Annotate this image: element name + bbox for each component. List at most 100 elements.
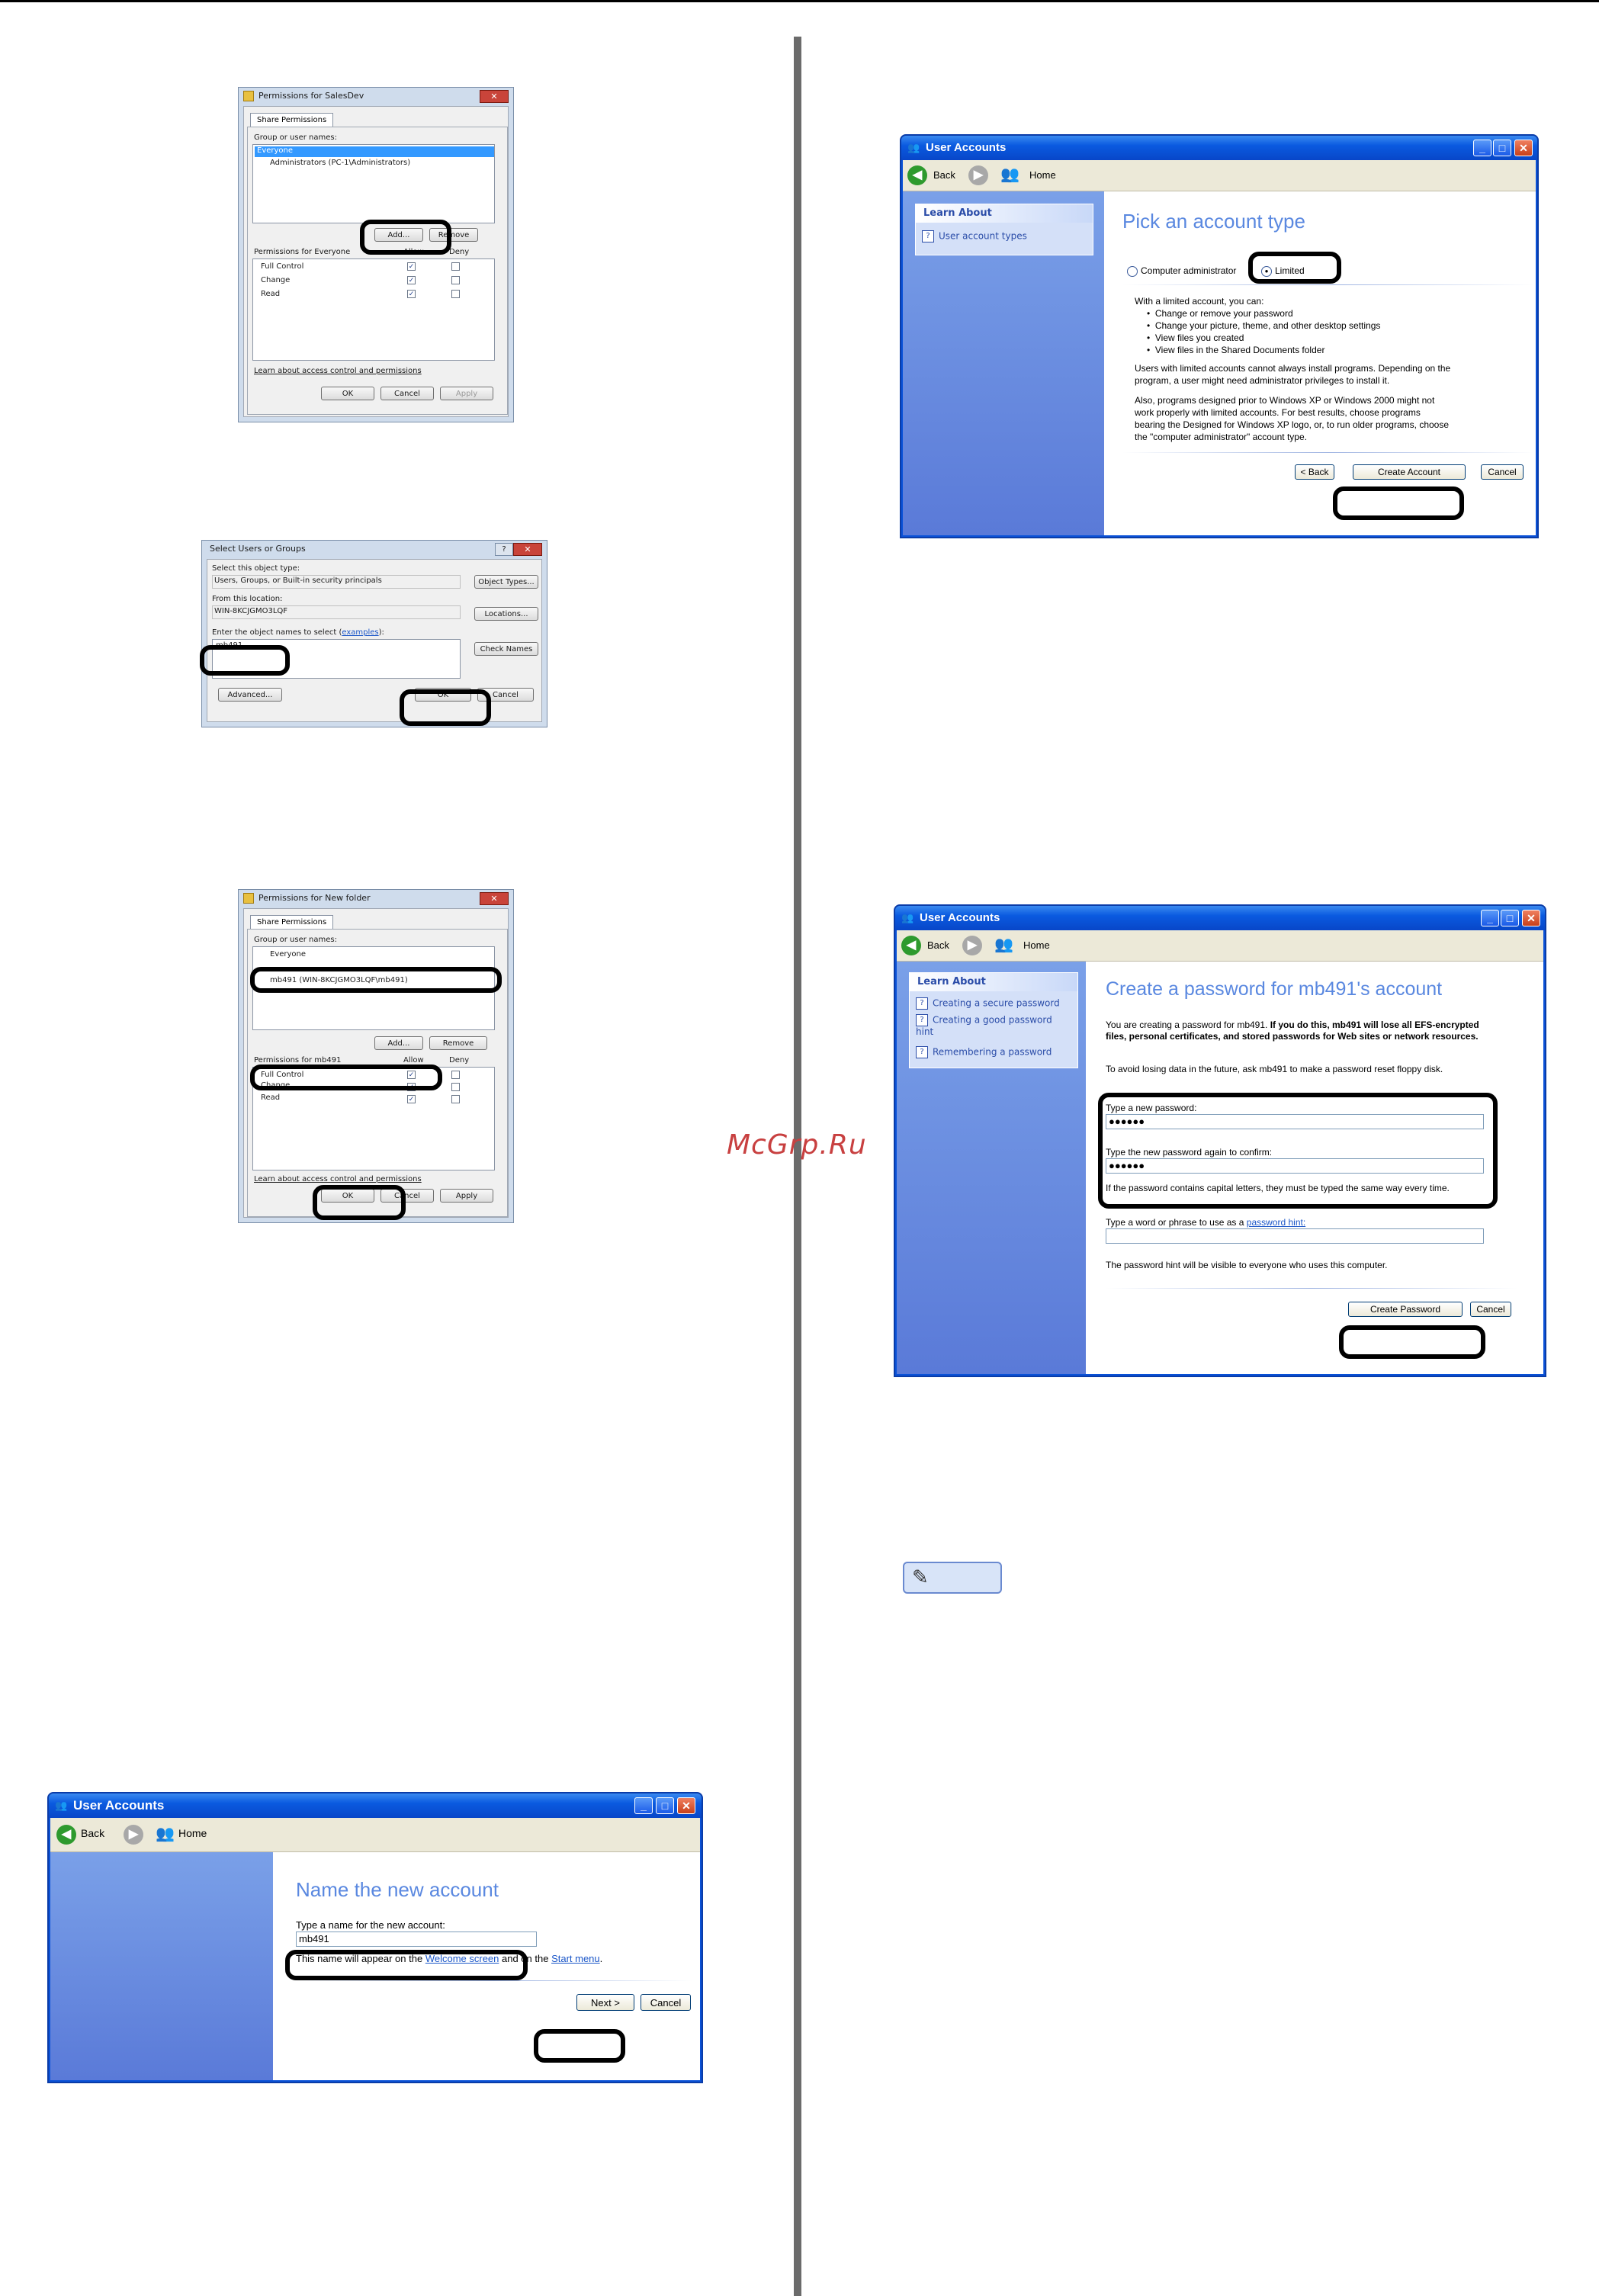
maximize-button[interactable]: □ xyxy=(1493,140,1511,156)
back-label[interactable]: Back xyxy=(933,169,955,181)
user-row-mb491[interactable]: mb491 (WIN-8KCJGMO3LQF\mb491) xyxy=(270,976,408,984)
next-button[interactable]: Next > xyxy=(576,1994,634,2011)
maximize-button[interactable]: □ xyxy=(656,1797,674,1814)
bullet-item: • Change your picture, theme, and other … xyxy=(1147,320,1381,331)
allow-checkbox[interactable]: ✓ xyxy=(407,1083,416,1091)
option-computer-admin[interactable]: Computer administrator xyxy=(1127,265,1236,277)
apply-button[interactable]: Apply xyxy=(440,387,493,400)
radio-limited[interactable]: ● xyxy=(1261,265,1272,277)
window-account-type: 👥 User Accounts _ □ ✕ ◀ Back ▶ 👥 Home Lea… xyxy=(900,134,1539,538)
remove-button[interactable]: Remove xyxy=(429,228,478,242)
user-row-everyone[interactable]: Everyone xyxy=(255,146,494,157)
ok-button[interactable]: OK xyxy=(321,1189,374,1203)
allow-checkbox[interactable]: ✓ xyxy=(407,276,416,284)
user-row-administrators[interactable]: Administrators (PC-1\Administrators) xyxy=(270,159,410,167)
tab-share-permissions[interactable]: Share Permissions xyxy=(250,915,334,930)
learn-item-account-types[interactable]: ? User account types xyxy=(922,230,1027,242)
close-button[interactable]: ✕ xyxy=(480,892,509,905)
password-hint-link[interactable]: password hint: xyxy=(1247,1217,1305,1228)
location-value: WIN-8KCJGMO3LQF xyxy=(214,607,288,615)
check-names-button[interactable]: Check Names xyxy=(474,642,538,656)
close-button[interactable]: ✕ xyxy=(480,90,509,103)
tab-share-permissions[interactable]: Share Permissions xyxy=(250,113,334,127)
cancel-button[interactable]: Cancel xyxy=(1470,1302,1511,1317)
back-label[interactable]: Back xyxy=(81,1827,104,1839)
close-button[interactable]: ✕ xyxy=(677,1797,695,1814)
cancel-button[interactable]: Cancel xyxy=(380,1189,434,1203)
allow-checkbox[interactable]: ✓ xyxy=(407,1071,416,1079)
examples-link[interactable]: examples xyxy=(342,628,378,637)
home-icon[interactable]: 👥 xyxy=(156,1824,175,1843)
nav-bar: ◀ Back ▶ 👥 Home xyxy=(50,1818,700,1852)
home-label[interactable]: Home xyxy=(1029,169,1056,181)
welcome-screen-link[interactable]: Welcome screen xyxy=(425,1953,499,1964)
create-account-button[interactable]: Create Account xyxy=(1353,464,1466,480)
help-button[interactable]: ? xyxy=(495,543,513,556)
add-button[interactable]: Add... xyxy=(374,228,423,242)
help-icon: ? xyxy=(916,1046,928,1058)
cancel-button[interactable]: Cancel xyxy=(477,688,534,702)
remove-button[interactable]: Remove xyxy=(429,1036,487,1050)
close-button[interactable]: ✕ xyxy=(1522,910,1540,926)
forward-arrow-icon[interactable]: ▶ xyxy=(968,165,988,185)
home-icon[interactable]: 👥 xyxy=(1000,165,1019,184)
cancel-button[interactable]: Cancel xyxy=(1481,464,1524,480)
deny-checkbox[interactable] xyxy=(451,276,460,284)
new-password-input[interactable]: ●●●●●● xyxy=(1106,1114,1484,1129)
allow-checkbox[interactable]: ✓ xyxy=(407,262,416,271)
bullet-item: • View files in the Shared Documents fol… xyxy=(1147,345,1325,355)
close-button[interactable]: ✕ xyxy=(1514,140,1533,156)
learn-item-secure-password[interactable]: ? Creating a secure password xyxy=(916,997,1060,1010)
advanced-button[interactable]: Advanced... xyxy=(218,688,282,702)
cancel-button[interactable]: Cancel xyxy=(641,1994,691,2011)
ok-button[interactable]: OK xyxy=(415,688,471,702)
deny-checkbox[interactable] xyxy=(451,262,460,271)
home-icon[interactable]: 👥 xyxy=(994,935,1013,954)
home-label[interactable]: Home xyxy=(1023,939,1050,951)
add-button[interactable]: Add... xyxy=(374,1036,423,1050)
close-button[interactable]: ✕ xyxy=(513,543,542,556)
user-list[interactable]: Everyone Administrators (PC-1\Administra… xyxy=(252,144,495,223)
back-arrow-icon[interactable]: ◀ xyxy=(901,936,921,955)
name-input[interactable]: mb491 xyxy=(296,1932,537,1947)
minimize-button[interactable]: _ xyxy=(1473,140,1491,156)
title-bar: 👥 User Accounts _ □ ✕ xyxy=(895,906,1545,930)
minimize-button[interactable]: _ xyxy=(1481,910,1499,926)
title-bar: 👥 User Accounts _ □ ✕ xyxy=(901,136,1537,160)
hint-input[interactable] xyxy=(1106,1228,1484,1244)
minimize-button[interactable]: _ xyxy=(634,1797,653,1814)
user-list[interactable]: Everyone mb491 (WIN-8KCJGMO3LQF\mb491) xyxy=(252,946,495,1030)
maximize-button[interactable]: □ xyxy=(1501,910,1519,926)
deny-checkbox[interactable] xyxy=(451,1071,460,1079)
option-limited[interactable]: ● Limited xyxy=(1261,265,1308,277)
deny-checkbox[interactable] xyxy=(451,1095,460,1103)
learn-item-remembering[interactable]: ? Remembering a password xyxy=(916,1046,1052,1058)
create-password-button[interactable]: Create Password xyxy=(1348,1302,1463,1317)
page-title: Create a password for mb491's account xyxy=(1106,978,1443,1000)
home-label[interactable]: Home xyxy=(178,1827,207,1839)
forward-arrow-icon[interactable]: ▶ xyxy=(124,1825,143,1845)
user-row-everyone[interactable]: Everyone xyxy=(270,950,306,959)
ok-button[interactable]: OK xyxy=(321,387,374,400)
back-button[interactable]: < Back xyxy=(1295,464,1334,480)
back-label[interactable]: Back xyxy=(927,939,949,951)
forward-arrow-icon[interactable]: ▶ xyxy=(962,936,982,955)
locations-button[interactable]: Locations... xyxy=(474,607,538,621)
object-types-button[interactable]: Object Types... xyxy=(474,575,538,589)
cancel-button[interactable]: Cancel xyxy=(380,387,434,400)
apply-button[interactable]: Apply xyxy=(440,1189,493,1203)
deny-checkbox[interactable] xyxy=(451,290,460,298)
deny-checkbox[interactable] xyxy=(451,1083,460,1091)
names-textarea[interactable]: mb491 xyxy=(212,639,461,679)
start-menu-link[interactable]: Start menu xyxy=(551,1953,600,1964)
learn-link[interactable]: Learn about access control and permissio… xyxy=(254,1175,422,1183)
confirm-password-input[interactable]: ●●●●●● xyxy=(1106,1158,1484,1174)
name-note: This name will appear on the Welcome scr… xyxy=(296,1953,603,1964)
allow-checkbox[interactable]: ✓ xyxy=(407,290,416,298)
learn-link[interactable]: Learn about access control and permissio… xyxy=(254,367,422,375)
learn-item-password-hint[interactable]: ? Creating a good password hint xyxy=(916,1014,1065,1037)
back-arrow-icon[interactable]: ◀ xyxy=(56,1825,76,1845)
back-arrow-icon[interactable]: ◀ xyxy=(907,165,927,185)
allow-checkbox[interactable]: ✓ xyxy=(407,1095,416,1103)
radio-admin[interactable] xyxy=(1127,265,1138,277)
